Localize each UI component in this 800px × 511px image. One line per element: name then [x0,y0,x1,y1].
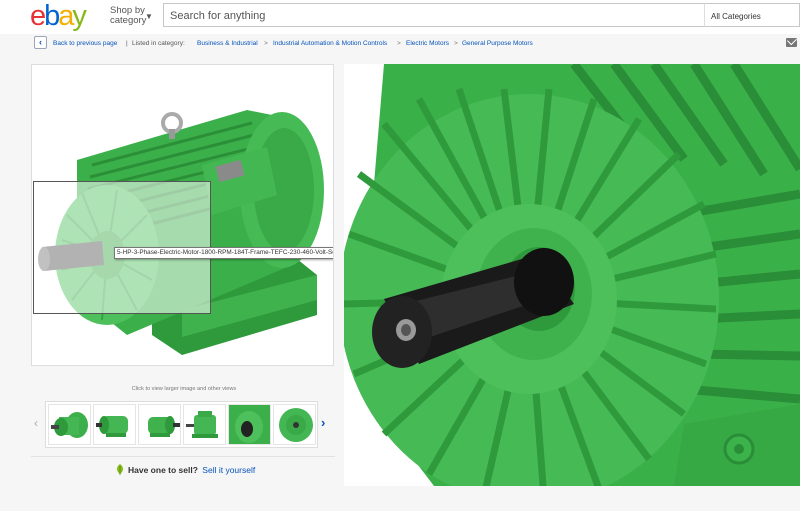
thumbnail-3[interactable] [138,404,181,445]
breadcrumb-item-general-purpose-motors[interactable]: General Purpose Motors [462,40,533,48]
header: ebay Shop by category ▼ All Categories [0,0,800,34]
breadcrumb-item-business-industrial[interactable]: Business & Industrial [197,40,258,48]
breadcrumb-separator: | [126,40,128,47]
breadcrumb-arrow: > [264,40,268,47]
breadcrumb-item-industrial-automation[interactable]: Industrial Automation & Motion Controls [273,40,387,48]
motor-thumb-image [229,405,270,444]
category-select[interactable]: All Categories [704,3,800,27]
thumbnail-6[interactable] [273,404,316,445]
breadcrumb-arrow: > [397,40,401,47]
breadcrumb: ‹ Back to previous page | Listed in cate… [0,34,800,54]
logo-letter-y: y [72,0,86,32]
logo-letter-e: e [30,0,46,32]
thumbnail-5[interactable] [228,404,271,445]
main-product-image[interactable]: 5-HP-3-Phase-Electric-Motor-1800-RPM-184… [31,64,334,366]
sell-prompt: Have one to sell? Sell it yourself [128,465,255,475]
divider [31,456,335,457]
thumb-prev-arrow-icon[interactable]: ‹ [34,416,38,430]
logo-letter-b: b [44,0,60,32]
sell-it-yourself-link[interactable]: Sell it yourself [202,465,255,475]
leaf-icon [117,464,123,475]
search-input[interactable] [170,8,690,24]
sell-question: Have one to sell? [128,465,198,475]
thumbnail-strip [45,401,318,448]
image-tooltip: 5-HP-3-Phase-Electric-Motor-1800-RPM-184… [114,247,333,259]
back-chevron-icon[interactable]: ‹ [34,36,47,49]
breadcrumb-item-electric-motors[interactable]: Electric Motors [406,40,449,48]
listed-in-label: Listed in category: [132,40,185,47]
ebay-logo[interactable]: ebay [30,0,87,32]
category-label: category [110,15,147,26]
motor-thumb-image [186,411,218,438]
view-larger-caption: Click to view larger image and other vie… [131,386,237,392]
logo-letter-a: a [58,0,74,32]
zoomed-motor-image [344,64,800,486]
thumbnail-4[interactable] [183,404,226,445]
motor-thumb-image [148,416,180,437]
thumb-next-arrow-icon[interactable]: › [321,415,325,430]
search-box [163,3,705,27]
shop-by-category-button[interactable]: Shop by category [110,6,146,26]
motor-thumb-image [96,416,128,437]
zoom-viewer [344,64,800,486]
motor-thumb-image [51,412,88,438]
chevron-down-icon: ▼ [145,12,153,21]
thumbnail-2[interactable] [93,404,136,445]
back-to-previous-link[interactable]: Back to previous page [53,40,117,48]
motor-thumb-image [279,408,313,442]
thumbnail-1[interactable] [48,404,91,445]
mail-icon[interactable] [786,38,797,47]
breadcrumb-arrow: > [454,40,458,47]
